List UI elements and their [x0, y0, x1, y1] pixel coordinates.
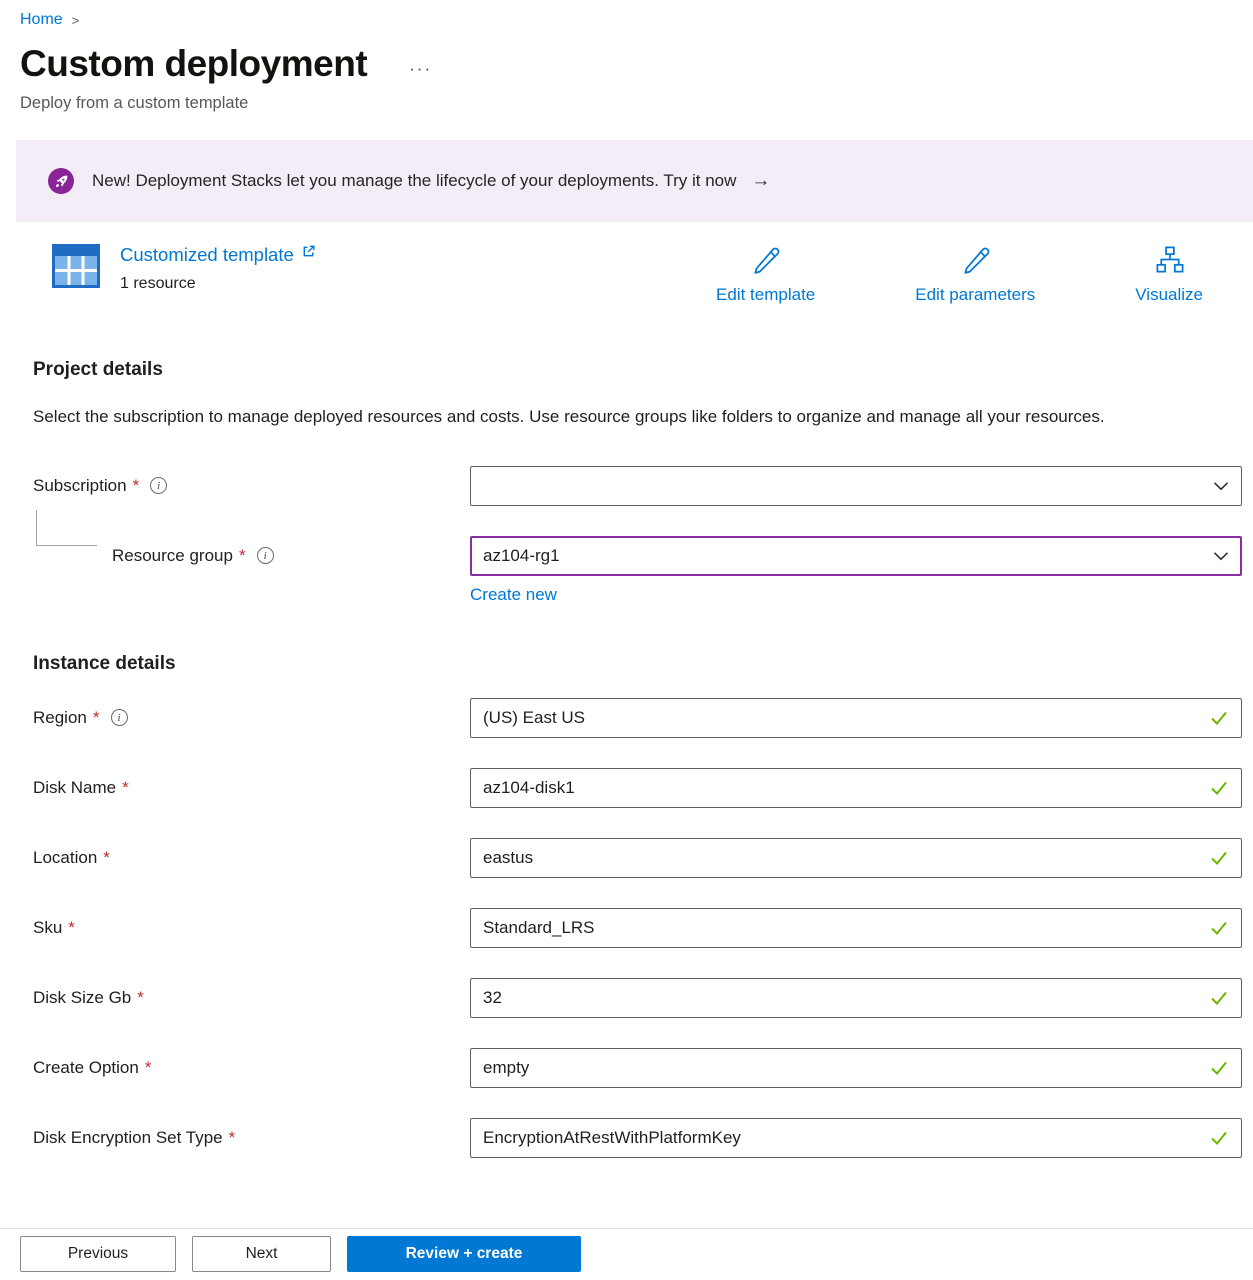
- action-label: Edit parameters: [915, 285, 1035, 305]
- region-field[interactable]: [483, 699, 1209, 737]
- disk-name-row: Disk Name *: [33, 768, 1242, 808]
- template-actions: Edit template Edit parameters: [716, 244, 1203, 305]
- pencil-icon: [960, 244, 991, 280]
- resource-group-row: Resource group * i az104-rg1: [33, 536, 1242, 576]
- project-details-description: Select the subscription to manage deploy…: [33, 402, 1183, 433]
- resource-group-label: Resource group * i: [33, 546, 470, 566]
- checkmark-icon: [1209, 918, 1229, 938]
- checkmark-icon: [1209, 708, 1229, 728]
- visualize-button[interactable]: Visualize: [1135, 244, 1203, 305]
- disk-size-gb-label: Disk Size Gb *: [33, 988, 470, 1008]
- footer-divider: [0, 1228, 1253, 1229]
- project-details-form: Subscription * i Resource group * i az10…: [33, 466, 1242, 605]
- next-button[interactable]: Next: [192, 1236, 331, 1272]
- disk-name-field[interactable]: [483, 769, 1209, 807]
- more-options-button[interactable]: ···: [409, 49, 432, 79]
- chevron-down-icon: [1213, 478, 1229, 494]
- location-row: Location *: [33, 838, 1242, 878]
- edit-parameters-button[interactable]: Edit parameters: [915, 244, 1035, 305]
- page-subtitle: Deploy from a custom template: [20, 94, 1253, 113]
- org-chart-icon: [1154, 244, 1185, 280]
- disk-encryption-set-type-label: Disk Encryption Set Type *: [33, 1128, 470, 1148]
- page-title: Custom deployment: [20, 43, 367, 85]
- info-icon[interactable]: i: [150, 477, 167, 494]
- create-option-input-box: [470, 1048, 1242, 1088]
- disk-size-gb-input-box: [470, 978, 1242, 1018]
- region-label: Region * i: [33, 708, 470, 728]
- region-row: Region * i: [33, 698, 1242, 738]
- rocket-icon: [48, 168, 74, 194]
- required-asterisk: *: [133, 476, 140, 496]
- checkmark-icon: [1209, 778, 1229, 798]
- disk-name-label: Disk Name *: [33, 778, 470, 798]
- required-asterisk: *: [122, 778, 129, 798]
- resource-group-value: az104-rg1: [483, 546, 1213, 566]
- disk-size-gb-field[interactable]: [483, 979, 1209, 1017]
- required-asterisk: *: [239, 546, 246, 566]
- instance-details-heading: Instance details: [33, 653, 1253, 675]
- edit-template-button[interactable]: Edit template: [716, 244, 815, 305]
- disk-size-gb-row: Disk Size Gb *: [33, 978, 1242, 1018]
- template-resource-count: 1 resource: [120, 275, 316, 293]
- disk-name-input-box: [470, 768, 1242, 808]
- subscription-label: Subscription * i: [33, 476, 470, 496]
- required-asterisk: *: [137, 988, 144, 1008]
- page-header: Custom deployment ··· Deploy from a cust…: [0, 43, 1253, 113]
- customized-template-link[interactable]: Customized template: [120, 244, 294, 266]
- breadcrumb-chevron-icon: >: [72, 13, 80, 28]
- external-link-icon: [301, 244, 316, 264]
- footer-bar: Previous Next Review + create: [0, 1207, 1253, 1280]
- required-asterisk: *: [68, 918, 75, 938]
- sku-input-box: [470, 908, 1242, 948]
- field-connector-line: [36, 510, 97, 546]
- breadcrumb: Home >: [0, 0, 1253, 29]
- info-icon[interactable]: i: [111, 709, 128, 726]
- location-label: Location *: [33, 848, 470, 868]
- arrow-right-icon[interactable]: →: [751, 170, 770, 192]
- breadcrumb-home-link[interactable]: Home: [20, 11, 63, 29]
- review-create-button[interactable]: Review + create: [347, 1236, 581, 1272]
- create-new-row: Create new: [33, 585, 1242, 605]
- required-asterisk: *: [229, 1128, 236, 1148]
- required-asterisk: *: [145, 1058, 152, 1078]
- region-input-box: [470, 698, 1242, 738]
- sku-row: Sku *: [33, 908, 1242, 948]
- checkmark-icon: [1209, 848, 1229, 868]
- checkmark-icon: [1209, 1128, 1229, 1148]
- checkmark-icon: [1209, 1058, 1229, 1078]
- subscription-row: Subscription * i: [33, 466, 1242, 506]
- disk-encryption-set-type-field[interactable]: [483, 1119, 1209, 1157]
- subscription-dropdown[interactable]: [470, 466, 1242, 506]
- create-new-link[interactable]: Create new: [470, 585, 557, 605]
- checkmark-icon: [1209, 988, 1229, 1008]
- required-asterisk: *: [103, 848, 110, 868]
- template-bar: Customized template 1 resource: [52, 244, 1253, 305]
- pencil-icon: [750, 244, 781, 280]
- sku-label: Sku *: [33, 918, 470, 938]
- banner-message: New! Deployment Stacks let you manage th…: [92, 171, 736, 191]
- chevron-down-icon: [1213, 548, 1229, 564]
- disk-encryption-set-type-input-box: [470, 1118, 1242, 1158]
- sku-field[interactable]: [483, 909, 1209, 947]
- create-option-field[interactable]: [483, 1049, 1209, 1087]
- disk-encryption-set-type-row: Disk Encryption Set Type *: [33, 1118, 1242, 1158]
- instance-details-form: Region * i Disk Name * Location *: [33, 698, 1242, 1158]
- previous-button[interactable]: Previous: [20, 1236, 176, 1272]
- required-asterisk: *: [93, 708, 100, 728]
- action-label: Edit template: [716, 285, 815, 305]
- template-icon: [52, 244, 100, 293]
- info-icon[interactable]: i: [257, 547, 274, 564]
- project-details-heading: Project details: [33, 359, 1253, 381]
- resource-group-dropdown[interactable]: az104-rg1: [470, 536, 1242, 576]
- announcement-banner: New! Deployment Stacks let you manage th…: [16, 140, 1253, 222]
- create-option-label: Create Option *: [33, 1058, 470, 1078]
- location-input-box: [470, 838, 1242, 878]
- action-label: Visualize: [1135, 285, 1203, 305]
- location-field[interactable]: [483, 839, 1209, 877]
- create-option-row: Create Option *: [33, 1048, 1242, 1088]
